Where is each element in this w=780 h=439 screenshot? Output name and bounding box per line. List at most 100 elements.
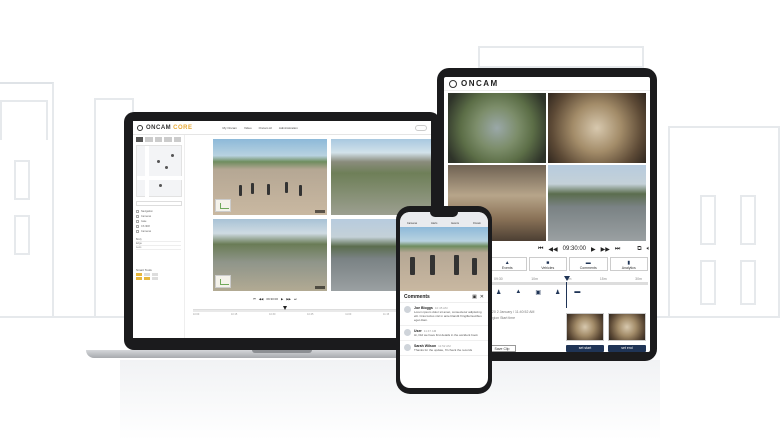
mute-icon[interactable]: 🔈︎: [647, 246, 650, 253]
filter-row[interactable]: Cameras: [136, 229, 181, 234]
camera-feed-courtyard[interactable]: [448, 93, 546, 163]
save-icon[interactable]: ▣: [472, 294, 477, 300]
video-feed-aerial[interactable]: [213, 219, 327, 291]
swatch[interactable]: [136, 273, 142, 276]
laptop-app: ONCAM CORE My Oncam Video Oncam AI Admin…: [133, 121, 431, 338]
sidebar-tab[interactable]: [136, 137, 144, 142]
nav-oncam-ai[interactable]: Oncam AI: [259, 126, 272, 130]
person: [285, 182, 288, 193]
fast-forward-icon[interactable]: ▶▶: [601, 246, 610, 253]
filter-checkbox[interactable]: [136, 210, 139, 213]
fast-forward-icon[interactable]: ▶▶: [286, 297, 291, 301]
sidebar-tabs: [136, 137, 182, 142]
person: [251, 183, 254, 194]
phone-tab[interactable]: Cameras: [407, 222, 417, 225]
timeline-events: ♟ ▲ ▣ ♟ ▬: [488, 289, 648, 296]
mini-map-path: [220, 279, 229, 285]
playhead-line: [566, 282, 567, 308]
tab-comments[interactable]: ▬ Comments: [569, 257, 608, 271]
mini-map[interactable]: [215, 199, 231, 212]
filter-checkbox[interactable]: [136, 230, 139, 233]
video-feed-campus[interactable]: [331, 139, 431, 215]
comment-item[interactable]: User 11:47 AM Hi, Did we have first detai…: [400, 326, 488, 341]
tab-label: Analytics: [621, 266, 636, 270]
chart-icon: ▮: [627, 260, 631, 266]
tab-analytics[interactable]: ▮ Analytics: [609, 257, 648, 271]
phone-tab[interactable]: Alerts: [431, 222, 437, 225]
filter-search-input[interactable]: [136, 201, 182, 206]
background-window: [700, 195, 716, 245]
event-person-icon[interactable]: ♟: [555, 289, 560, 296]
phone-tab[interactable]: Oncam: [473, 222, 481, 225]
nav-administration[interactable]: Administration: [279, 126, 298, 130]
sidebar-tab[interactable]: [145, 137, 153, 142]
event-vehicle-icon[interactable]: ▬: [574, 289, 580, 296]
person: [430, 255, 435, 275]
set-start-button[interactable]: set start: [566, 345, 604, 352]
comment-item[interactable]: Joe Bloggs 10:45 AM Lorem ipsum dolor sit…: [400, 303, 488, 326]
event-camera-icon[interactable]: ▣: [535, 289, 541, 296]
swatch[interactable]: [136, 277, 142, 280]
filter-checkbox[interactable]: [136, 215, 139, 218]
rewind-icon[interactable]: ◀◀: [259, 297, 264, 301]
swatch[interactable]: [152, 277, 158, 280]
timeline-bar[interactable]: [193, 306, 427, 312]
camera-feed-parking[interactable]: [548, 165, 646, 241]
swatch[interactable]: [144, 277, 150, 280]
timeline-playhead[interactable]: [564, 276, 570, 281]
nav-my-oncam[interactable]: My Oncam: [223, 126, 238, 130]
timeline-bar[interactable]: [488, 276, 648, 308]
comments-actions: ▣ ✕: [472, 294, 484, 300]
timeline-tick: 10:45: [307, 313, 314, 316]
field-row[interactable]: Lens: [136, 246, 181, 250]
play-icon[interactable]: ▶: [281, 297, 283, 301]
search-input[interactable]: [415, 125, 427, 131]
skip-forward-icon[interactable]: ⏭: [294, 297, 297, 301]
timeline-playhead[interactable]: [283, 306, 287, 310]
clip-thumbnail-end[interactable]: [608, 313, 646, 341]
swatch[interactable]: [144, 273, 150, 276]
feed-label: [315, 210, 325, 213]
oncam-logo-icon: [137, 124, 143, 131]
comment-item[interactable]: Sarah Wilson 11:52 AM Thanks for the upda…: [400, 341, 488, 356]
field-list: Body Edge Lens: [136, 238, 181, 250]
phone-tab[interactable]: Events: [451, 222, 459, 225]
background-window: [740, 260, 756, 305]
phone-video[interactable]: [400, 227, 488, 291]
swatch[interactable]: [152, 273, 158, 276]
laptop-timeline: ⏮ ◀◀ 09:30:00 ▶ ▶▶ ⏭ 10:00 10:15 10:30 1…: [193, 295, 427, 338]
mini-map[interactable]: [215, 275, 231, 288]
sidebar-tab[interactable]: [154, 137, 163, 142]
site-map[interactable]: [136, 145, 183, 198]
person: [454, 255, 459, 275]
video-feed-plaza[interactable]: [213, 139, 327, 215]
sidebar-tab[interactable]: [173, 137, 182, 142]
camera-feed-library[interactable]: [548, 93, 646, 163]
tab-vehicles[interactable]: ■ Vehicles: [528, 257, 567, 271]
set-end-button[interactable]: set end: [608, 345, 646, 352]
map-camera-pin[interactable]: [165, 166, 168, 169]
map-camera-pin[interactable]: [171, 154, 174, 157]
tab-events[interactable]: ▲ Events: [488, 257, 527, 271]
event-person-icon[interactable]: ♟: [496, 289, 501, 296]
skip-forward-icon[interactable]: ⏭: [615, 246, 620, 253]
clip-thumbnail-start[interactable]: [566, 313, 604, 341]
timeline-tick: 15m: [599, 277, 607, 281]
skip-back-icon[interactable]: ⏮: [253, 297, 256, 301]
close-icon[interactable]: ✕: [480, 294, 484, 300]
skip-back-icon[interactable]: ⏮: [538, 246, 543, 253]
filter-checkbox[interactable]: [136, 225, 139, 228]
timeline-tick: 10:30: [269, 313, 276, 316]
event-alert-icon[interactable]: ▲: [515, 289, 521, 296]
map-camera-pin[interactable]: [159, 184, 162, 187]
play-icon[interactable]: ▶: [591, 246, 596, 253]
save-clip-button[interactable]: Save Clip: [488, 345, 516, 352]
sidebar-tab[interactable]: [164, 137, 172, 142]
avatar: [404, 344, 411, 351]
nav-video[interactable]: Video: [244, 126, 252, 130]
snapshot-icon[interactable]: ⧉: [637, 246, 641, 253]
map-camera-pin[interactable]: [157, 160, 160, 163]
rewind-icon[interactable]: ◀◀: [548, 246, 557, 253]
filter-checkbox[interactable]: [136, 220, 139, 223]
oncam-logo-icon: [449, 79, 457, 88]
